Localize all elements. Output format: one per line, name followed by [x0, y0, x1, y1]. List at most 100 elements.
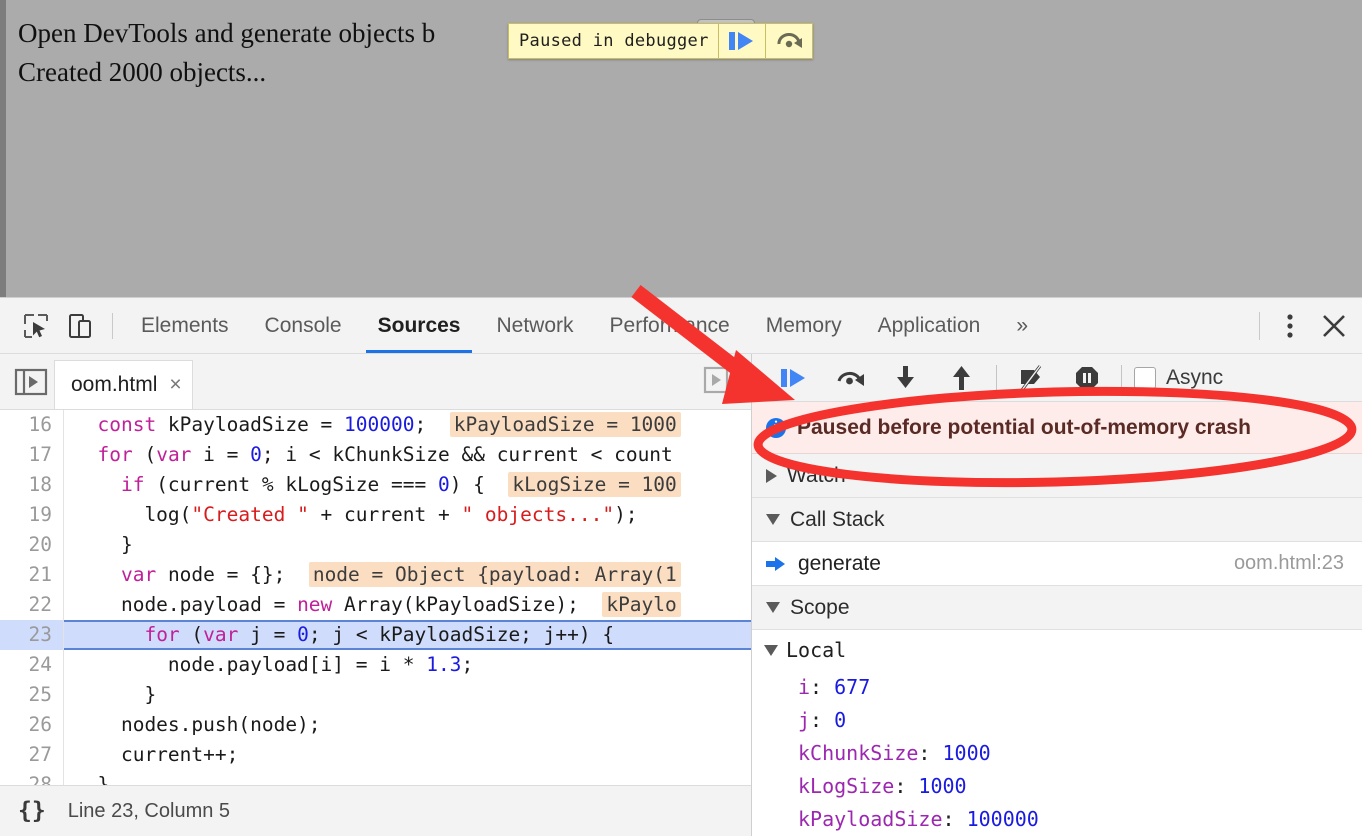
pretty-print-icon[interactable]: {} — [18, 798, 46, 824]
code-token: var — [156, 443, 191, 466]
watch-section-header[interactable]: Watch — [752, 454, 1362, 498]
code-line[interactable]: 20 } — [0, 530, 751, 560]
tabbar-right-divider — [1259, 312, 1260, 340]
call-stack-section-header[interactable]: Call Stack — [752, 498, 1362, 542]
code-editor[interactable]: 16 const kPayloadSize = 100000; kPayload… — [0, 410, 751, 785]
code-line[interactable]: 24 node.payload[i] = i * 1.3; — [0, 650, 751, 680]
code-line[interactable]: 18 if (current % kLogSize === 0) { kLogS… — [0, 470, 751, 500]
code-token: ; — [461, 653, 473, 676]
tab-application[interactable]: Application — [860, 298, 999, 353]
file-tab-close-icon[interactable]: × — [169, 373, 181, 397]
code-line-text: const kPayloadSize = 100000; kPayloadSiz… — [64, 410, 751, 440]
step-out-button[interactable] — [934, 355, 990, 401]
code-token: for — [97, 443, 132, 466]
line-number[interactable]: 26 — [0, 710, 64, 740]
tab-performance[interactable]: Performance — [592, 298, 748, 353]
code-token — [74, 563, 121, 586]
scope-variable-separator: : — [810, 708, 834, 732]
scope-variable-row[interactable]: kLogSize: 1000 — [752, 769, 1362, 802]
scope-variable-separator: : — [810, 675, 834, 699]
async-checkbox[interactable] — [1134, 367, 1156, 389]
code-token: + current + — [309, 503, 462, 526]
scope-group-label: Local — [786, 638, 846, 662]
code-line-text: for (var j = 0; j < kPayloadSize; j++) { — [64, 620, 751, 650]
resume-script-button[interactable] — [766, 355, 822, 401]
overlay-resume-button[interactable] — [719, 24, 765, 58]
file-tab-oom-html[interactable]: oom.html × — [54, 360, 193, 409]
scope-section-header[interactable]: Scope — [752, 586, 1362, 630]
line-number[interactable]: 18 — [0, 470, 64, 500]
step-into-icon — [893, 364, 919, 392]
tab-memory[interactable]: Memory — [748, 298, 860, 353]
code-line[interactable]: 23 for (var j = 0; j < kPayloadSize; j++… — [0, 620, 751, 650]
scope-variable-row[interactable]: i: 677 — [752, 670, 1362, 703]
page-left-edge — [0, 0, 6, 297]
async-checkbox-group[interactable]: Async — [1128, 366, 1223, 390]
code-line-text: for (var i = 0; i < kChunkSize && curren… — [64, 440, 751, 470]
code-line[interactable]: 17 for (var i = 0; i < kChunkSize && cur… — [0, 440, 751, 470]
code-token: var — [203, 623, 238, 646]
tab-console[interactable]: Console — [247, 298, 360, 353]
scope-variable-row[interactable]: kChunkSize: 1000 — [752, 736, 1362, 769]
inspect-element-button[interactable] — [14, 304, 58, 348]
line-number[interactable]: 28 — [0, 770, 64, 785]
line-number[interactable]: 21 — [0, 560, 64, 590]
code-token: kPayloadSize = — [156, 413, 344, 436]
step-over-button[interactable] — [822, 355, 878, 401]
code-line[interactable]: 21 var node = {}; node = Object {payload… — [0, 560, 751, 590]
scope-group-local[interactable]: Local — [752, 630, 1362, 670]
code-token: i = — [191, 443, 250, 466]
step-into-button[interactable] — [878, 355, 934, 401]
line-number[interactable]: 17 — [0, 440, 64, 470]
chevron-right-icon — [766, 469, 777, 483]
paused-overlay-label: Paused in debugger — [509, 24, 718, 58]
code-line[interactable]: 26 nodes.push(node); — [0, 710, 751, 740]
scope-variable-value: 1000 — [943, 741, 991, 765]
toggle-device-toolbar-button[interactable] — [58, 304, 102, 348]
code-line[interactable]: 22 node.payload = new Array(kPayloadSize… — [0, 590, 751, 620]
deactivate-breakpoints-button[interactable] — [1003, 355, 1059, 401]
code-line[interactable]: 16 const kPayloadSize = 100000; kPayload… — [0, 410, 751, 440]
more-tabs-button[interactable]: » — [998, 298, 1046, 353]
inspect-cursor-icon — [22, 312, 50, 340]
devtools-close-button[interactable] — [1312, 304, 1356, 348]
line-number[interactable]: 19 — [0, 500, 64, 530]
show-debugger-sidebar-button[interactable] — [703, 365, 737, 400]
scope-variable-row[interactable]: j: 0 — [752, 703, 1362, 736]
code-line[interactable]: 27 current++; — [0, 740, 751, 770]
devtools-menu-button[interactable] — [1268, 304, 1312, 348]
current-frame-arrow-icon — [766, 557, 788, 570]
page-text-line2: Created 2000 objects... — [18, 57, 266, 87]
code-line-text: log("Created " + current + " objects..."… — [64, 500, 751, 530]
line-number[interactable]: 25 — [0, 680, 64, 710]
tab-network[interactable]: Network — [478, 298, 591, 353]
code-token: new — [297, 593, 332, 616]
watch-section-label: Watch — [787, 464, 846, 488]
tab-elements[interactable]: Elements — [123, 298, 247, 353]
scope-variable-row[interactable]: kPayloadSize: 100000 — [752, 802, 1362, 835]
editor-status-bar: {} Line 23, Column 5 — [0, 785, 751, 836]
code-token: if — [121, 473, 144, 496]
code-line[interactable]: 25 } — [0, 680, 751, 710]
code-line[interactable]: 19 log("Created " + current + " objects.… — [0, 500, 751, 530]
line-number[interactable]: 20 — [0, 530, 64, 560]
code-token: ); — [614, 503, 637, 526]
code-line-text: node.payload[i] = i * 1.3; — [64, 650, 751, 680]
line-number[interactable]: 27 — [0, 740, 64, 770]
code-line[interactable]: 28 } — [0, 770, 751, 785]
line-number[interactable]: 24 — [0, 650, 64, 680]
show-navigator-button[interactable] — [14, 367, 48, 402]
code-token: kPayloadSize = 1000 — [450, 412, 681, 437]
pause-on-exceptions-button[interactable] — [1059, 355, 1115, 401]
call-stack-frame[interactable]: generate oom.html:23 — [752, 542, 1362, 586]
tab-sources[interactable]: Sources — [360, 298, 479, 353]
overlay-step-over-button[interactable] — [766, 24, 812, 58]
code-token: 0 — [438, 473, 450, 496]
devtools-window: Elements Console Sources Network Perform… — [0, 297, 1362, 836]
line-number[interactable]: 23 — [0, 620, 64, 650]
line-number[interactable]: 16 — [0, 410, 64, 440]
scope-section-label: Scope — [790, 596, 850, 620]
line-number[interactable]: 22 — [0, 590, 64, 620]
chevron-down-icon — [764, 645, 778, 656]
code-token: 100000 — [344, 413, 414, 436]
